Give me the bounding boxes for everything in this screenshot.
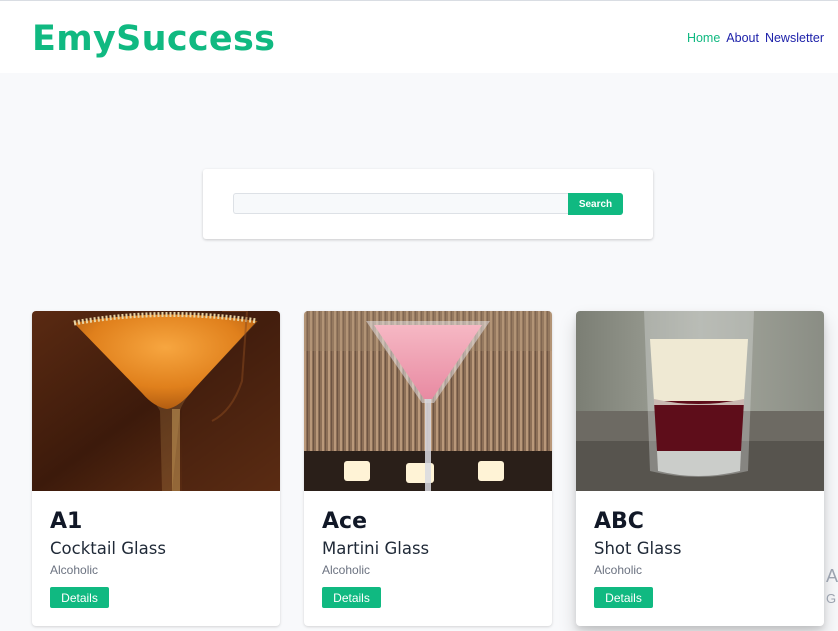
nav-links: Home About Newsletter	[687, 31, 824, 45]
nav-link-about[interactable]: About	[726, 31, 759, 45]
details-button[interactable]: Details	[594, 587, 653, 608]
nav-link-home[interactable]: Home	[687, 31, 720, 45]
martini-photo[interactable]	[304, 311, 552, 491]
edge-overlay-letter: A	[826, 566, 838, 586]
cocktail-photo[interactable]	[32, 311, 280, 491]
drink-card-ace: Ace Martini Glass Alcoholic Details	[304, 311, 552, 626]
drink-category: Alcoholic	[322, 563, 371, 577]
details-button[interactable]: Details	[50, 587, 109, 608]
edge-overlay-letter-2: G	[826, 591, 837, 606]
shot-photo[interactable]	[576, 311, 824, 491]
drink-category: Alcoholic	[594, 563, 643, 577]
drink-name: A1	[50, 509, 83, 534]
details-button[interactable]: Details	[322, 587, 381, 608]
nav-link-newsletter[interactable]: Newsletter	[765, 31, 824, 45]
navbar: EmySuccess Home About Newsletter	[0, 1, 838, 73]
drink-name: Ace	[322, 509, 367, 534]
drink-card-a1: A1 Cocktail Glass Alcoholic Details	[32, 311, 280, 626]
drink-category: Alcoholic	[50, 563, 99, 577]
search-button[interactable]: Search	[568, 193, 623, 215]
brand-logo[interactable]: EmySuccess	[32, 19, 275, 59]
drink-name: ABC	[594, 509, 644, 534]
glass-type: Martini Glass	[322, 539, 430, 558]
search-input[interactable]	[233, 193, 569, 214]
glass-type: Cocktail Glass	[50, 539, 166, 558]
drink-card-abc: ABC Shot Glass Alcoholic Details	[576, 311, 824, 626]
search-form: Search	[203, 169, 653, 239]
glass-type: Shot Glass	[594, 539, 682, 558]
